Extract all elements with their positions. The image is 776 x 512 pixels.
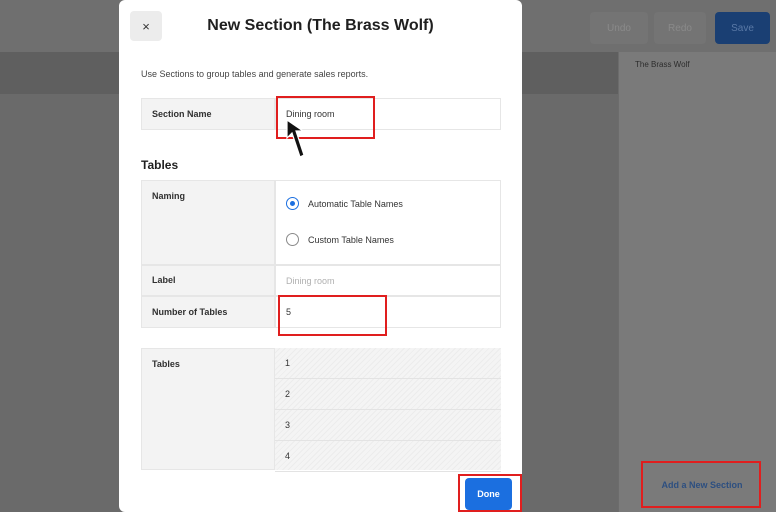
number-of-tables-label: Number of Tables — [152, 307, 228, 317]
label-field-label: Label — [152, 275, 176, 285]
panel-restaurant-name: The Brass Wolf — [635, 60, 690, 69]
radio-selected-icon[interactable] — [286, 197, 299, 210]
radio-unselected-icon[interactable] — [286, 233, 299, 246]
naming-options — [275, 180, 501, 265]
section-name-label: Section Name — [152, 109, 212, 119]
done-button-highlight — [458, 474, 522, 512]
redo-button[interactable]: Redo — [654, 12, 706, 44]
label-input[interactable]: Dining room — [275, 265, 501, 296]
custom-names-label: Custom Table Names — [308, 234, 394, 245]
table-item: 3 — [275, 410, 501, 441]
naming-label: Naming — [152, 191, 186, 201]
add-section-highlight — [641, 461, 761, 508]
tables-heading: Tables — [141, 158, 179, 172]
dialog-description: Use Sections to group tables and generat… — [141, 69, 369, 79]
tables-list-label: Tables — [152, 359, 180, 369]
automatic-names-label: Automatic Table Names — [308, 198, 403, 209]
naming-option-custom[interactable]: Custom Table Names — [286, 233, 394, 246]
table-item: 2 — [275, 379, 501, 410]
number-of-tables-highlight — [278, 295, 387, 336]
new-section-dialog: × New Section (The Brass Wolf) Use Secti… — [119, 0, 522, 512]
undo-button[interactable]: Undo — [590, 12, 648, 44]
sections-panel: The Brass Wolf — [618, 52, 776, 512]
table-item: 4 — [275, 441, 501, 472]
table-item: 1 — [275, 348, 501, 379]
save-button[interactable]: Save — [715, 12, 770, 44]
dialog-title: New Section (The Brass Wolf) — [207, 17, 434, 34]
naming-option-automatic[interactable]: Automatic Table Names — [286, 197, 403, 210]
mouse-cursor-icon — [286, 119, 305, 158]
